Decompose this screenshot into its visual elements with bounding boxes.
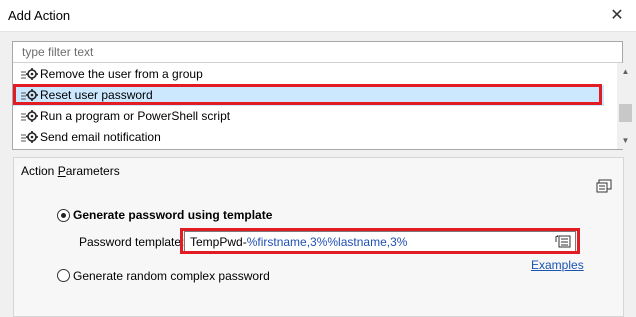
action-gear-icon <box>21 110 38 122</box>
examples-link[interactable]: Examples <box>531 258 584 272</box>
scroll-up-arrow-icon[interactable]: ▲ <box>617 63 634 80</box>
list-item-label: Remove the user from a group <box>40 67 203 81</box>
scrollbar-thumb[interactable] <box>619 104 632 122</box>
filter-input[interactable] <box>13 42 622 63</box>
template-field-highlight <box>180 228 580 254</box>
close-icon[interactable]: ✕ <box>605 4 629 28</box>
list-item[interactable]: Remove the user from a group <box>13 64 604 85</box>
list-item[interactable]: Run a program or PowerShell script <box>13 106 604 127</box>
scroll-down-arrow-icon[interactable]: ▼ <box>617 132 634 149</box>
title-bar <box>0 0 636 32</box>
password-template-label: Password template: <box>79 235 185 249</box>
radio-template[interactable] <box>57 209 70 222</box>
selected-action-highlight <box>13 84 602 105</box>
list-item-label: Run a program or PowerShell script <box>40 109 231 123</box>
list-scrollbar[interactable]: ▲ ▼ <box>617 63 634 149</box>
list-item[interactable]: Send email notification <box>13 127 604 148</box>
option-random-label[interactable]: Generate random complex password <box>73 269 270 283</box>
action-gear-icon <box>21 68 38 80</box>
action-gear-icon <box>21 131 38 143</box>
list-item-label: Send email notification <box>40 130 161 144</box>
dialog-title: Add Action <box>8 8 71 23</box>
radio-random[interactable] <box>57 269 70 282</box>
group-title: Action Parameters <box>21 164 120 178</box>
option-template-label[interactable]: Generate password using template <box>73 208 272 222</box>
panel-options-icon[interactable] <box>596 179 612 193</box>
